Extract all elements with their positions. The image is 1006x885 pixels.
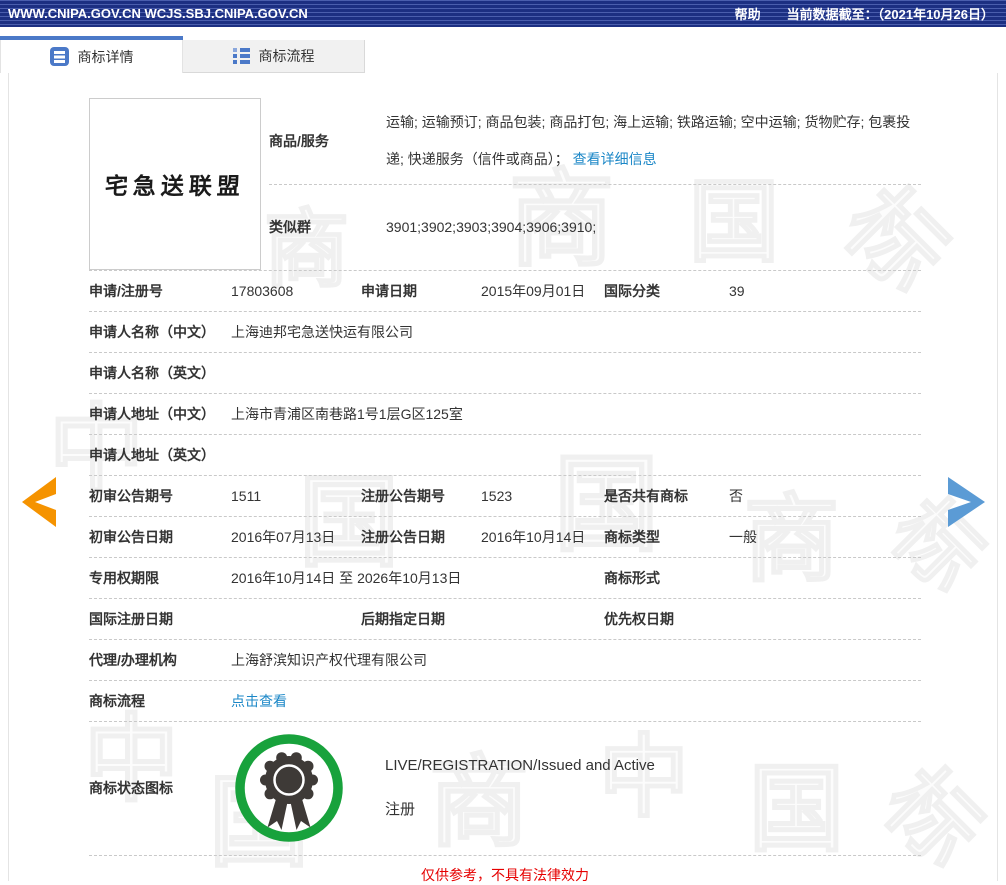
first-gazette-no-label: 初审公告期号 — [89, 488, 173, 504]
is-shared-label: 是否共有商标 — [604, 488, 688, 504]
first-gazette-date-value: 2016年07月13日 — [231, 529, 336, 545]
status-row: 商标状态图标 LIVE/REGISTRATION/Issued and Acti… — [89, 722, 921, 856]
trademark-image: 宅急送联盟 — [89, 98, 261, 270]
status-line-chinese: 注册 — [385, 801, 416, 818]
tab-process-label: 商标流程 — [258, 48, 315, 64]
detail-list-icon — [49, 47, 69, 66]
address-en-label: 申请人地址（英文） — [89, 447, 215, 463]
agent-row: 代理/办理机构 上海舒滨知识产权代理有限公司 — [89, 640, 921, 681]
tab-trademark-detail[interactable]: 商标详情 — [0, 40, 183, 73]
site-domains: WWW.CNIPA.GOV.CN WCJS.SBJ.CNIPA.GOV.CN — [8, 6, 308, 21]
exclusive-period-row: 专用权期限 2016年10月14日 至 2026年10月13日 商标形式 — [89, 558, 921, 599]
goods-services-row: 商品/服务 运输; 运输预订; 商品包装; 商品打包; 海上运输; 铁路运输; … — [269, 98, 921, 185]
address-cn-row: 申请人地址（中文） 上海市青浦区南巷路1号1层G区125室 — [89, 394, 921, 435]
status-line-english: LIVE/REGISTRATION/Issued and Active — [385, 757, 655, 774]
tm-type-label: 商标类型 — [604, 529, 660, 545]
applicant-cn-row: 申请人名称（中文） 上海迪邦宅急送快运有限公司 — [89, 312, 921, 353]
exclusive-period-label: 专用权期限 — [89, 570, 159, 586]
previous-arrow-button[interactable] — [22, 477, 56, 527]
applicant-cn-value: 上海迪邦宅急送快运有限公司 — [231, 324, 413, 340]
registered-medal-icon — [235, 734, 343, 842]
next-arrow-button[interactable] — [948, 477, 985, 527]
priority-date-label: 优先权日期 — [604, 611, 674, 627]
reg-no-value: 17803608 — [231, 283, 294, 299]
process-label: 商标流程 — [89, 693, 145, 709]
gazette-no-row: 初审公告期号 1511 注册公告期号 1523 是否共有商标 否 — [89, 476, 921, 517]
view-details-link[interactable]: 查看详细信息 — [573, 151, 657, 167]
first-gazette-date-label: 初审公告日期 — [89, 529, 173, 545]
intl-dates-row: 国际注册日期 后期指定日期 优先权日期 — [89, 599, 921, 640]
applicant-en-label: 申请人名称（英文） — [89, 365, 215, 381]
intl-class-value: 39 — [729, 283, 745, 299]
applicant-en-row: 申请人名称（英文） — [89, 353, 921, 394]
similar-group-value: 3901;3902;3903;3904;3906;3910; — [386, 219, 597, 235]
reg-gazette-no-label: 注册公告期号 — [361, 488, 445, 504]
first-gazette-no-value: 1511 — [231, 488, 262, 504]
content-panel: 国 商 商 国 标 中 国 国 商 标 中 国 商 中 国 标 宅急送联盟 商品… — [8, 73, 998, 883]
tab-detail-label: 商标详情 — [77, 48, 134, 65]
similar-group-label: 类似群 — [269, 219, 311, 235]
reg-no-label: 申请/注册号 — [89, 283, 163, 299]
intl-class-label: 国际分类 — [604, 283, 660, 299]
reg-gazette-no-value: 1523 — [481, 488, 513, 504]
exclusive-period-value: 2016年10月14日 至 2026年10月13日 — [231, 570, 462, 586]
data-cutoff-date: 当前数据截至：（2021年10月26日） — [786, 7, 994, 22]
is-shared-value: 否 — [729, 488, 743, 504]
reg-gazette-date-value: 2016年10月14日 — [481, 529, 586, 545]
reg-gazette-date-label: 注册公告日期 — [361, 529, 445, 545]
applicant-cn-label: 申请人名称（中文） — [89, 324, 215, 340]
click-to-view-link[interactable]: 点击查看 — [231, 693, 287, 709]
trademark-summary-section: 宅急送联盟 商品/服务 运输; 运输预订; 商品包装; 商品打包; 海上运输; … — [89, 73, 921, 271]
tm-type-value: 一般 — [729, 529, 757, 545]
intl-reg-date-label: 国际注册日期 — [89, 611, 173, 627]
gazette-date-row: 初审公告日期 2016年07月13日 注册公告日期 2016年10月14日 商标… — [89, 517, 921, 558]
similar-group-row: 类似群 3901;3902;3903;3904;3906;3910; — [269, 185, 921, 269]
agent-label: 代理/办理机构 — [89, 652, 177, 668]
tab-trademark-process[interactable]: 商标流程 — [183, 40, 365, 73]
address-cn-label: 申请人地址（中文） — [89, 406, 215, 422]
top-bar: WWW.CNIPA.GOV.CN WCJS.SBJ.CNIPA.GOV.CN 帮… — [0, 0, 1006, 27]
address-cn-value: 上海市青浦区南巷路1号1层G区125室 — [231, 406, 463, 422]
trademark-image-text: 宅急送联盟 — [104, 173, 246, 200]
tm-form-label: 商标形式 — [604, 570, 660, 586]
reg-no-row: 申请/注册号 17803608 申请日期 2015年09月01日 国际分类 39 — [89, 271, 921, 312]
status-icon-label: 商标状态图标 — [89, 780, 173, 796]
late-designation-label: 后期指定日期 — [361, 611, 445, 627]
app-date-value: 2015年09月01日 — [481, 283, 586, 299]
help-link[interactable]: 帮助 — [735, 4, 761, 23]
process-row: 商标流程 点击查看 — [89, 681, 921, 722]
process-grid-icon — [232, 47, 250, 65]
address-en-row: 申请人地址（英文） — [89, 435, 921, 476]
agent-value: 上海舒滨知识产权代理有限公司 — [231, 652, 427, 668]
app-date-label: 申请日期 — [361, 283, 417, 299]
goods-services-label: 商品/服务 — [269, 133, 329, 149]
